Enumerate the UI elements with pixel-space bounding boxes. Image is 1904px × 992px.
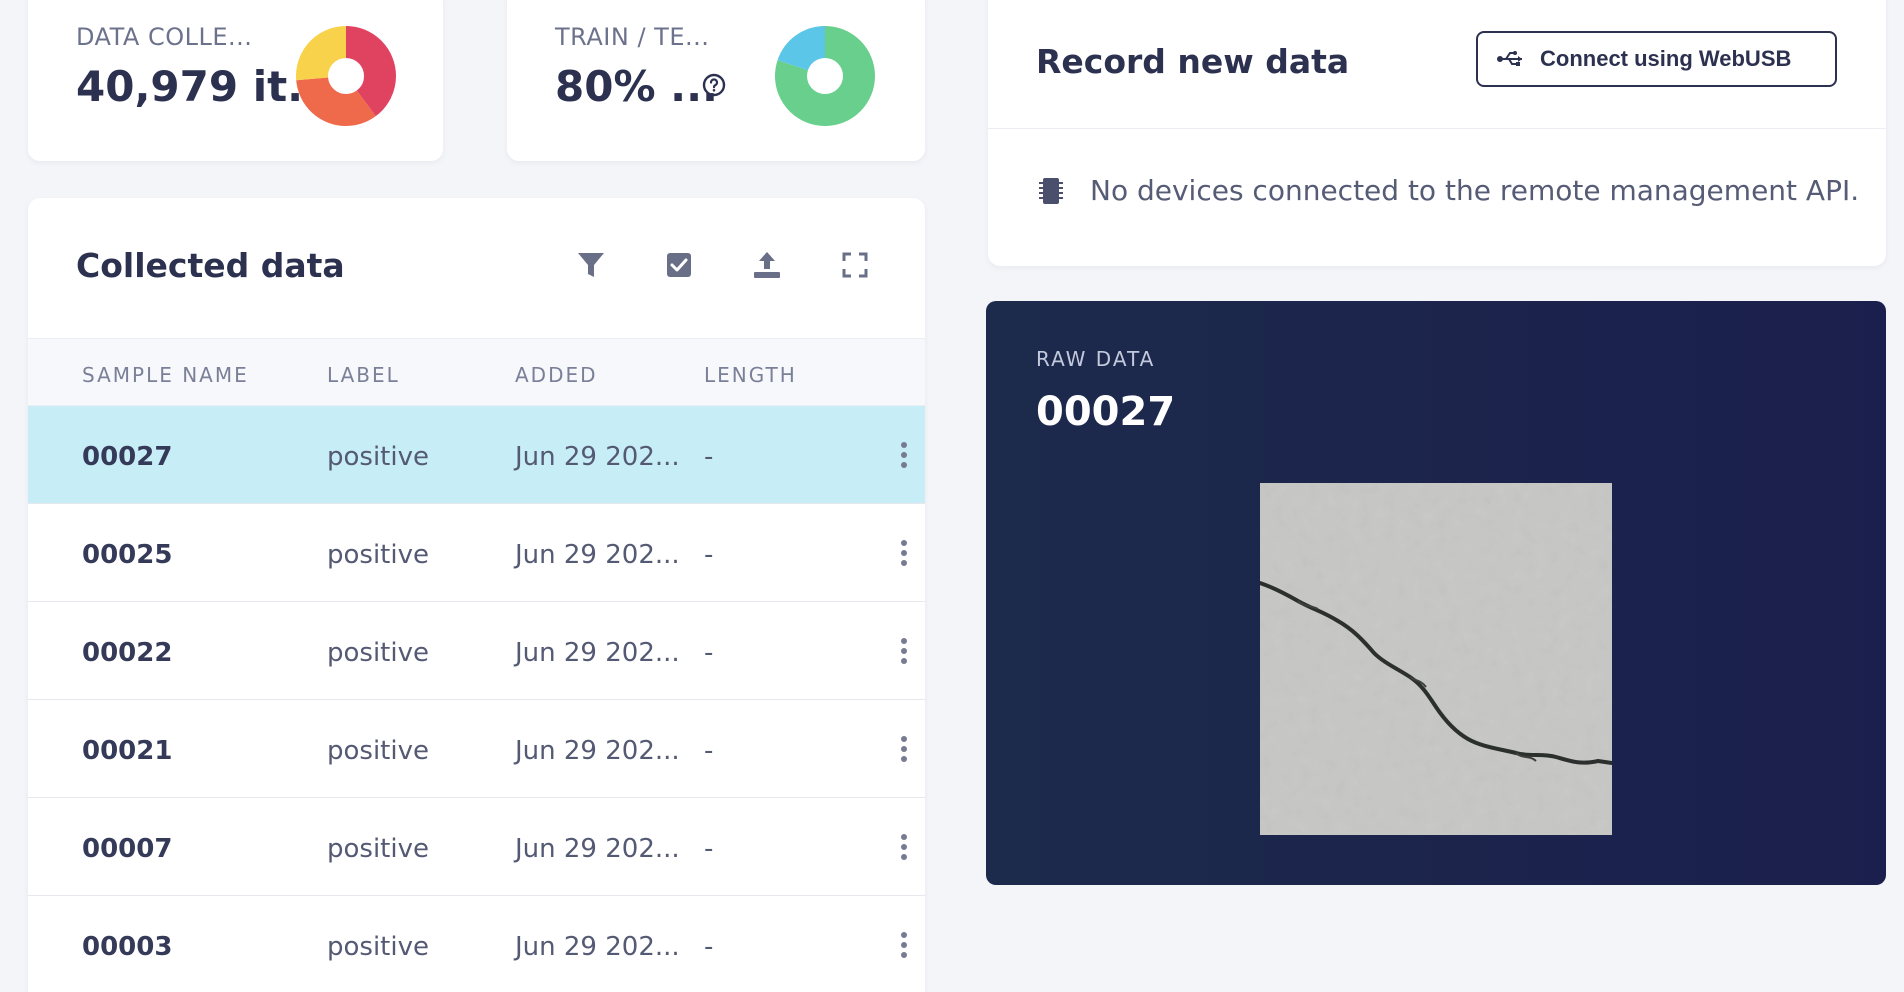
donut-chart-icon (296, 26, 396, 126)
row-menu-icon[interactable] (900, 736, 908, 762)
connect-webusb-button[interactable]: Connect using WebUSB (1476, 31, 1837, 87)
sample-length: - (704, 736, 714, 766)
upload-button[interactable] (750, 248, 784, 282)
sample-label: positive (327, 638, 429, 668)
sample-label: positive (327, 736, 429, 766)
row-menu-icon[interactable] (900, 540, 908, 566)
stat-card-data-collected: DATA COLLE... 40,979 it... (28, 0, 443, 161)
donut-chart-icon (775, 26, 875, 126)
column-header-added[interactable]: ADDED (515, 363, 598, 387)
column-header-label[interactable]: LABEL (327, 363, 400, 387)
stat-value: 80% ... (555, 62, 719, 111)
help-circle-icon[interactable] (701, 72, 727, 98)
no-devices-text: No devices connected to the remote manag… (1090, 174, 1860, 207)
stat-card-train-test: TRAIN / TE... 80% ... (507, 0, 925, 161)
raw-data-sample-name: 00027 (1036, 389, 1176, 435)
sample-name: 00022 (82, 638, 173, 668)
no-devices-message: No devices connected to the remote manag… (1036, 174, 1859, 207)
upload-icon (754, 252, 780, 278)
filter-button[interactable] (574, 248, 608, 282)
row-menu-icon[interactable] (900, 932, 908, 958)
row-menu-icon[interactable] (900, 834, 908, 860)
fullscreen-icon (842, 252, 868, 278)
record-new-data-card: Record new data Connect using WebUSB No … (988, 0, 1886, 266)
sample-label: positive (327, 442, 429, 472)
sample-label: positive (327, 834, 429, 864)
sample-name: 00003 (82, 932, 173, 962)
table-row[interactable]: 00007 positive Jun 29 202... - (28, 798, 925, 896)
sample-name: 00027 (82, 442, 173, 472)
table-row[interactable]: 00021 positive Jun 29 202... - (28, 700, 925, 798)
table-row[interactable]: 00003 positive Jun 29 202... - (28, 896, 925, 992)
chip-icon (1039, 177, 1063, 204)
sample-label: positive (327, 540, 429, 570)
collected-data-card: Collected data SAMPLE NAME LABEL ADDED L… (28, 198, 925, 992)
raw-data-panel: RAW DATA 00027 (986, 301, 1886, 885)
sample-added: Jun 29 202... (515, 540, 680, 570)
record-title: Record new data (1036, 42, 1350, 81)
sample-label: positive (327, 932, 429, 962)
table-row[interactable]: 00025 positive Jun 29 202... - (28, 504, 925, 602)
sample-added: Jun 29 202... (515, 638, 680, 668)
sample-length: - (704, 442, 714, 472)
divider (988, 128, 1886, 129)
sample-image (1260, 483, 1612, 835)
usb-icon (1497, 51, 1522, 66)
table-row[interactable]: 00022 positive Jun 29 202... - (28, 602, 925, 700)
table-row[interactable]: 00027 positive Jun 29 202... - (28, 406, 925, 504)
column-header-sample-name[interactable]: SAMPLE NAME (82, 363, 249, 387)
select-button[interactable] (662, 248, 696, 282)
sample-added: Jun 29 202... (515, 932, 680, 962)
sample-length: - (704, 638, 714, 668)
collected-data-title: Collected data (76, 246, 345, 285)
raw-data-label: RAW DATA (1036, 347, 1156, 371)
column-header-length[interactable]: LENGTH (704, 363, 797, 387)
sample-length: - (704, 834, 714, 864)
stat-label: TRAIN / TE... (555, 23, 710, 51)
sample-added: Jun 29 202... (515, 834, 680, 864)
checkbox-icon (667, 253, 691, 277)
row-menu-icon[interactable] (900, 638, 908, 664)
connect-webusb-label: Connect using WebUSB (1540, 46, 1792, 71)
fullscreen-button[interactable] (838, 248, 872, 282)
stat-label: DATA COLLE... (76, 23, 253, 51)
sample-added: Jun 29 202... (515, 442, 680, 472)
sample-length: - (704, 932, 714, 962)
sample-name: 00007 (82, 834, 173, 864)
filter-icon (578, 253, 604, 277)
sample-name: 00025 (82, 540, 173, 570)
sample-name: 00021 (82, 736, 173, 766)
row-menu-icon[interactable] (900, 442, 908, 468)
table-header: SAMPLE NAME LABEL ADDED LENGTH (28, 338, 925, 406)
sample-added: Jun 29 202... (515, 736, 680, 766)
sample-length: - (704, 540, 714, 570)
